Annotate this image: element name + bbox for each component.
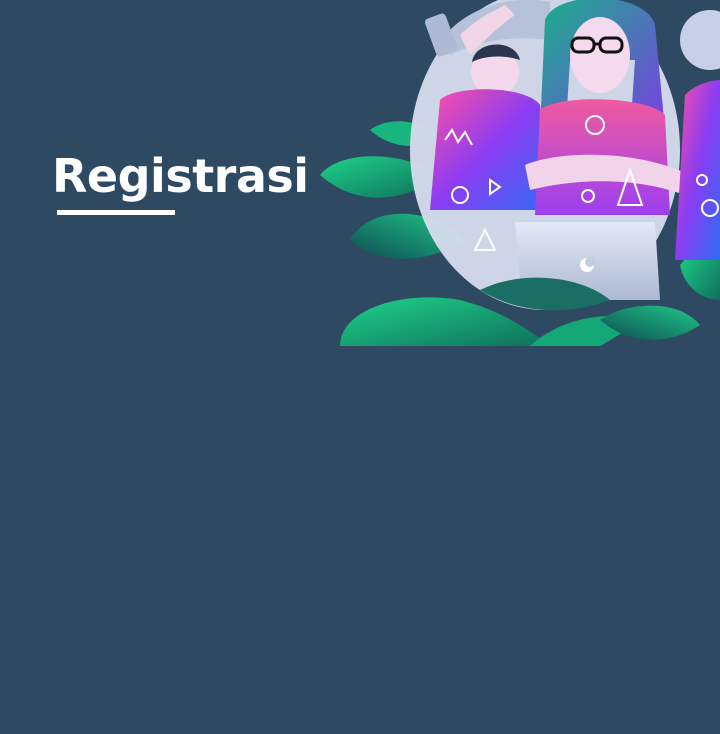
registration-page: Registrasi bbox=[0, 0, 720, 734]
heading-block: Registrasi bbox=[52, 146, 309, 215]
page-title: Registrasi bbox=[52, 149, 309, 203]
title-underline bbox=[57, 210, 175, 215]
students-with-laptop-illustration bbox=[320, 0, 720, 346]
student-right bbox=[675, 10, 720, 260]
